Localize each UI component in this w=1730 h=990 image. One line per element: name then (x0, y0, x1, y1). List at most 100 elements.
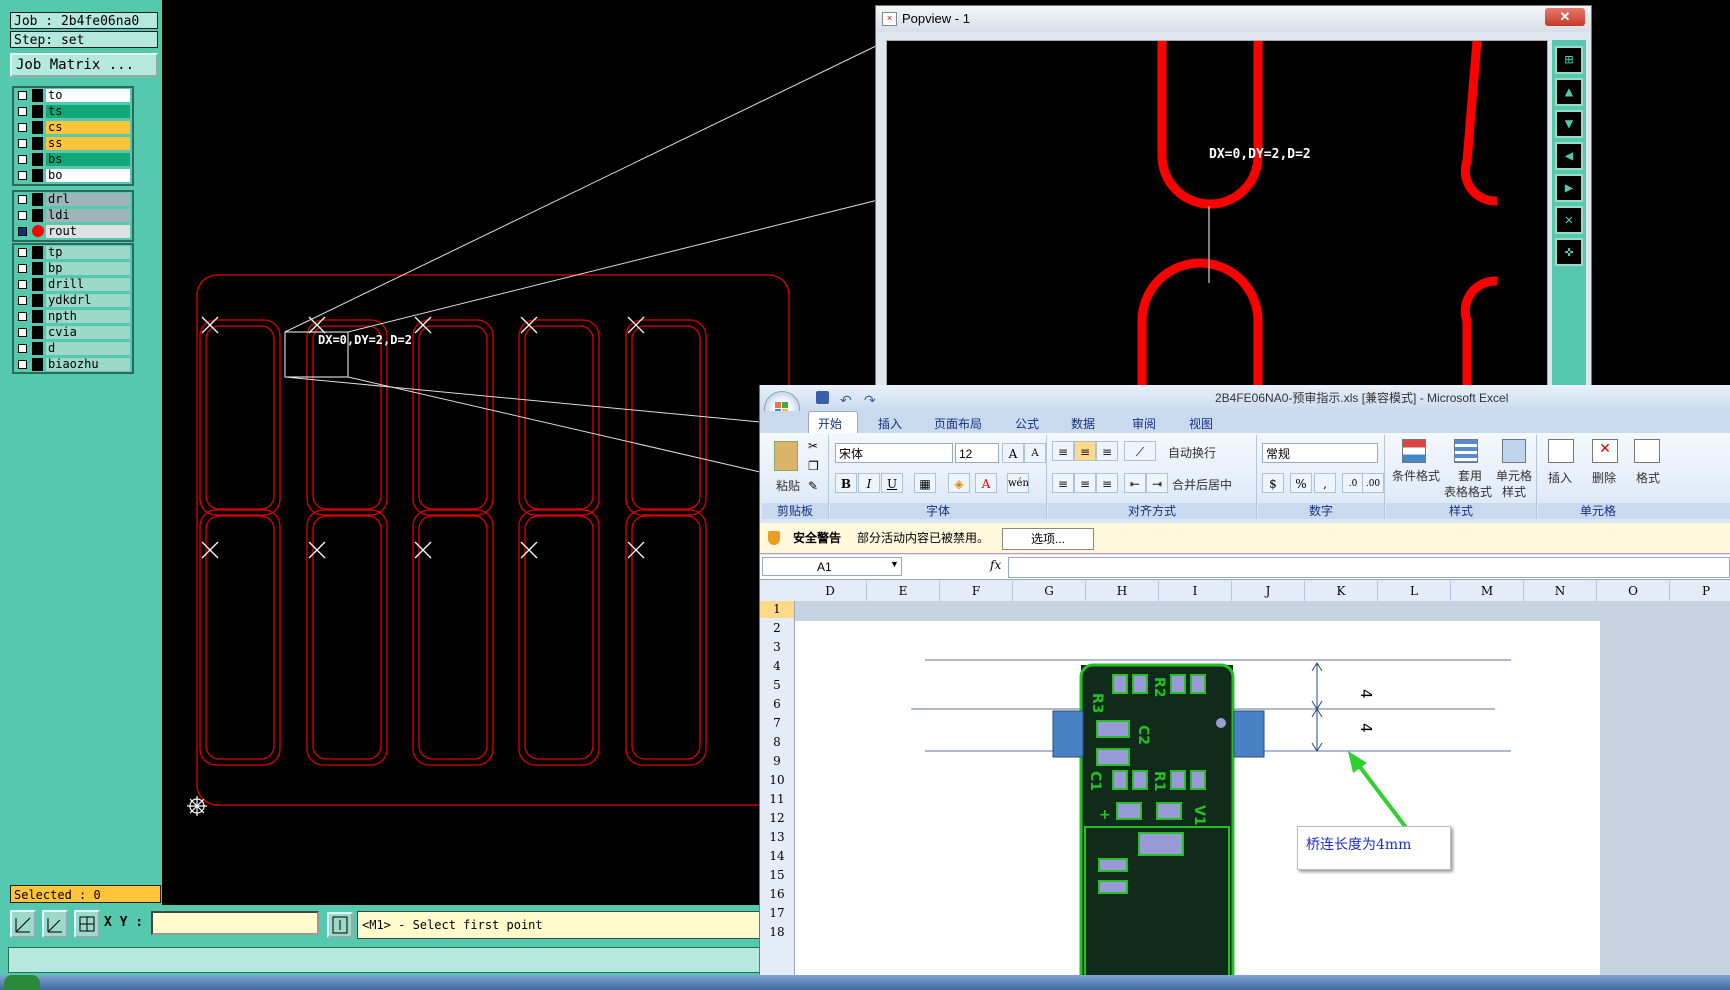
row-header[interactable]: 11 (760, 791, 794, 808)
zoom-fit-icon[interactable]: ⊞ (1555, 46, 1583, 74)
layer-checkbox[interactable] (18, 360, 27, 369)
layer-checkbox[interactable] (18, 280, 27, 289)
cell-style-label-2[interactable]: 样式 (1502, 483, 1526, 500)
format-cells-button[interactable]: 格式 (1636, 469, 1660, 486)
fill-color-icon[interactable]: ◈ (948, 473, 970, 493)
percent-icon[interactable]: % (1290, 473, 1312, 493)
pan-up-icon[interactable]: ▲ (1555, 78, 1583, 106)
angle-tool-button[interactable] (42, 910, 68, 938)
insert-cells-icon[interactable] (1548, 439, 1574, 463)
layer-checkbox[interactable] (18, 171, 27, 180)
column-header[interactable]: L (1378, 581, 1451, 601)
worksheet[interactable]: R3 R2 C2 C1 R1 V1 + 4 4 桥连长度为4mm (795, 601, 1730, 990)
redo-icon[interactable]: ↷ (864, 387, 876, 413)
excel-window[interactable]: ↶ ↷ 2B4FE06NA0-预审指示.xls [兼容模式] - Microso… (759, 385, 1730, 990)
paste-icon[interactable] (774, 441, 798, 471)
layer-row-cs[interactable]: cs (14, 120, 132, 136)
pan-down-icon[interactable]: ▼ (1555, 110, 1583, 138)
format-painter-icon[interactable]: ✎ (808, 479, 818, 493)
row-header[interactable]: 14 (760, 848, 794, 865)
number-format-select[interactable]: 常规 (1262, 443, 1378, 463)
tab-review[interactable]: 审阅 (1132, 415, 1156, 432)
italic-icon[interactable]: I (858, 473, 880, 493)
name-box[interactable]: A1 (762, 557, 902, 576)
insert-cells-button[interactable]: 插入 (1548, 469, 1572, 486)
layer-checkbox[interactable] (18, 344, 27, 353)
fx-button[interactable]: fx (990, 558, 1001, 572)
layer-checkbox[interactable] (18, 328, 27, 337)
format-cells-icon[interactable] (1634, 439, 1660, 463)
popview-titlebar[interactable]: × Popview - 1 ✕ (876, 6, 1591, 32)
layer-row-drill[interactable]: drill (14, 277, 132, 293)
row-header[interactable]: 16 (760, 886, 794, 903)
column-header[interactable]: J (1232, 581, 1305, 601)
increase-indent-icon[interactable]: ⇥ (1146, 473, 1168, 493)
cut-icon[interactable]: ✂ (808, 439, 818, 453)
row-header[interactable]: 10 (760, 772, 794, 789)
zoom-out-icon[interactable]: ✜ (1555, 238, 1583, 266)
tab-view[interactable]: 视图 (1189, 415, 1213, 432)
layer-checkbox[interactable] (18, 139, 27, 148)
row-header[interactable]: 12 (760, 810, 794, 827)
layer-row-tp[interactable]: tp (14, 245, 132, 261)
row-header[interactable]: 13 (760, 829, 794, 846)
layer-checkbox[interactable] (18, 248, 27, 257)
layer-checkbox[interactable] (18, 312, 27, 321)
conditional-format-button[interactable]: 条件格式 (1392, 467, 1440, 484)
options-button[interactable]: 选项... (1002, 528, 1094, 550)
pan-left-icon[interactable]: ◀ (1555, 142, 1583, 170)
layer-row-drl[interactable]: drl (14, 192, 132, 208)
cell-style-icon[interactable] (1502, 439, 1526, 463)
merge-center-button[interactable]: 合并后居中 (1172, 476, 1232, 493)
tab-insert[interactable]: 插入 (878, 415, 902, 432)
pan-right-icon[interactable]: ▶ (1555, 174, 1583, 202)
increase-decimal-icon[interactable]: .0 (1342, 473, 1364, 493)
align-left-icon[interactable]: ≡ (1052, 473, 1074, 493)
row-header[interactable]: 5 (760, 677, 794, 694)
layer-row-npth[interactable]: npth (14, 309, 132, 325)
phonetic-icon[interactable]: wén (1007, 473, 1029, 493)
snap-tool-button[interactable] (10, 910, 36, 938)
layer-row-bp[interactable]: bp (14, 261, 132, 277)
row-header[interactable]: 17 (760, 905, 794, 922)
popview-window[interactable]: × Popview - 1 ✕ DX=0,DY=2,D=2 ⊞ ▲ ▼ ◀ ▶ … (875, 5, 1592, 388)
name-box-dropdown-icon[interactable]: ▼ (890, 559, 899, 569)
column-header[interactable]: E (867, 581, 940, 601)
row-header[interactable]: 15 (760, 867, 794, 884)
grid-tool-button[interactable] (74, 910, 100, 938)
delete-cells-icon[interactable]: ✕ (1592, 439, 1618, 463)
layer-row-bs[interactable]: bs (14, 152, 132, 168)
conditional-format-icon[interactable] (1402, 439, 1426, 463)
layer-row-biaozhu[interactable]: biaozhu (14, 357, 132, 373)
underline-icon[interactable]: U (881, 473, 903, 493)
layer-checkbox[interactable] (18, 123, 27, 132)
undo-icon[interactable]: ↶ (840, 387, 852, 413)
grow-font-icon[interactable]: A (1002, 443, 1024, 463)
table-format-icon[interactable] (1454, 439, 1478, 463)
delete-cells-button[interactable]: 删除 (1592, 469, 1616, 486)
column-header[interactable]: P (1670, 581, 1730, 601)
layer-checkbox[interactable] (18, 107, 27, 116)
row-header[interactable]: 9 (760, 753, 794, 770)
zoom-in-icon[interactable]: ✕ (1555, 206, 1583, 234)
start-button[interactable] (4, 975, 40, 990)
border-icon[interactable]: ▦ (914, 473, 936, 493)
bold-icon[interactable]: B (835, 473, 857, 493)
layer-row-ts[interactable]: ts (14, 104, 132, 120)
font-color-icon[interactable]: A (975, 473, 997, 493)
tab-formulas[interactable]: 公式 (1015, 415, 1039, 432)
column-header[interactable]: K (1305, 581, 1378, 601)
align-bottom-icon[interactable]: ≡ (1096, 441, 1118, 461)
row-header[interactable]: 3 (760, 639, 794, 656)
layer-checkbox[interactable] (18, 91, 27, 100)
column-header[interactable]: D (794, 581, 867, 601)
layer-checkbox[interactable] (18, 211, 27, 220)
tab-page-layout[interactable]: 页面布局 (934, 415, 982, 432)
font-name-select[interactable]: 宋体 (835, 443, 953, 463)
row-header[interactable]: 2 (760, 620, 794, 637)
paste-button[interactable]: 粘贴 (776, 477, 800, 494)
job-matrix-button[interactable]: Job Matrix ... (10, 53, 158, 77)
layer-row-d[interactable]: d (14, 341, 132, 357)
align-center-icon[interactable]: ≡ (1074, 473, 1096, 493)
decrease-decimal-icon[interactable]: .00 (1362, 473, 1384, 493)
